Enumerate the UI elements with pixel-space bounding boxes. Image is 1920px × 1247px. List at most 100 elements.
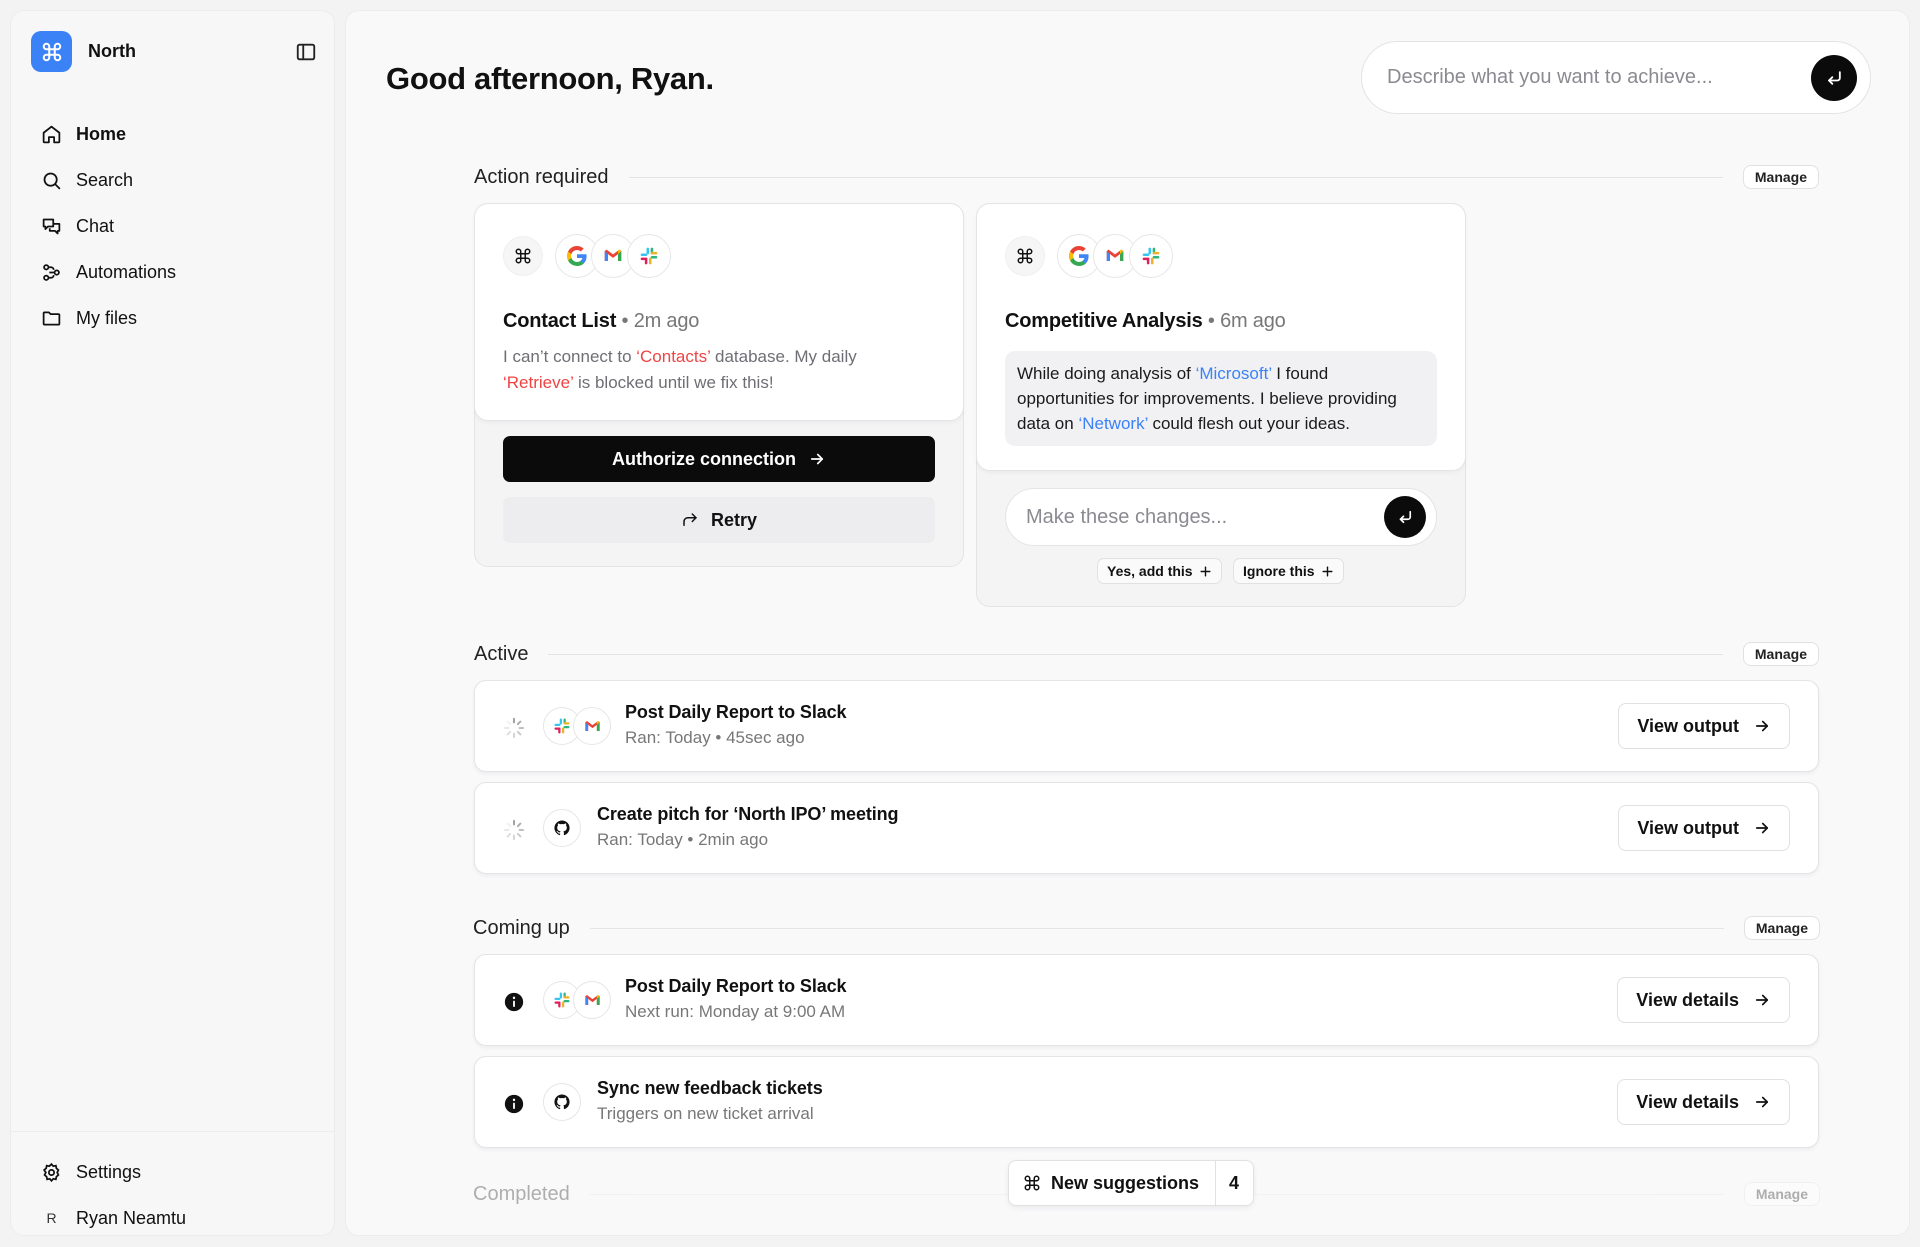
section-divider xyxy=(548,653,1723,655)
chip-label: Ignore this xyxy=(1243,563,1315,579)
sidebar-item-automations[interactable]: Automations xyxy=(31,249,321,295)
card-time: 2m ago xyxy=(633,310,700,332)
view-details-button[interactable]: View details xyxy=(1617,1079,1790,1125)
row-text: Post Daily Report to Slack Next run: Mon… xyxy=(625,976,847,1022)
sidebar: North Home Search Chat Automations My fi… xyxy=(10,10,335,1236)
section-coming-up: Coming up Manage xyxy=(473,913,1820,943)
enter-icon xyxy=(1828,70,1841,85)
msg-text: While doing analysis of xyxy=(1017,364,1196,383)
row-icons xyxy=(543,707,611,745)
suggestions-count-badge: 4 xyxy=(1215,1161,1253,1205)
row-subtitle: Ran: Today • 45sec ago xyxy=(625,728,805,747)
coming-up-row[interactable]: Sync new feedback tickets Triggers on ne… xyxy=(474,1056,1819,1148)
avatar: R xyxy=(46,1210,57,1226)
agent-message: While doing analysis of ‘Microsoft’ I fo… xyxy=(1005,351,1437,446)
user-profile[interactable]: R Ryan Neamtu xyxy=(31,1195,321,1241)
ignore-this-button[interactable]: Ignore this xyxy=(1233,558,1344,584)
reply-input[interactable] xyxy=(1026,505,1384,529)
slack-icon xyxy=(627,234,671,278)
github-icon xyxy=(543,1083,581,1121)
sidebar-item-label: Home xyxy=(76,123,127,144)
chip-label: Yes, add this xyxy=(1107,563,1193,579)
command-icon xyxy=(31,31,72,72)
manage-button[interactable]: Manage xyxy=(1742,642,1819,666)
retry-button[interactable]: Retry xyxy=(503,497,935,543)
suggestions-label-wrap: New suggestions xyxy=(1009,1161,1215,1205)
authorize-label: Authorize connection xyxy=(612,448,796,469)
sidebar-item-settings[interactable]: Settings xyxy=(31,1149,321,1195)
section-divider xyxy=(628,176,1723,178)
automations-icon xyxy=(43,263,60,281)
enter-icon xyxy=(1399,510,1412,524)
coming-up-row[interactable]: Post Daily Report to Slack Next run: Mon… xyxy=(474,954,1819,1046)
sidebar-bottom: Settings R Ryan Neamtu xyxy=(31,1149,321,1241)
info-icon xyxy=(503,1093,525,1115)
user-name: Ryan Neamtu xyxy=(76,1207,187,1228)
row-button-label: View output xyxy=(1637,817,1739,838)
sidebar-toggle-icon[interactable] xyxy=(295,41,317,63)
row-button-label: View details xyxy=(1636,1091,1739,1112)
desc-text: is blocked until we fix this! xyxy=(573,373,774,392)
brand[interactable]: North xyxy=(31,31,136,72)
row-icons xyxy=(543,981,611,1019)
view-details-button[interactable]: View details xyxy=(1617,977,1790,1023)
spinner-icon xyxy=(503,717,525,739)
sidebar-item-home[interactable]: Home xyxy=(31,111,321,157)
chat-icon xyxy=(42,218,61,234)
submit-button[interactable] xyxy=(1811,54,1857,101)
gmail-icon xyxy=(573,707,611,745)
card-time: 6m ago xyxy=(1220,310,1286,332)
sidebar-item-label: My files xyxy=(76,307,138,328)
plus-icon xyxy=(1322,565,1333,577)
sidebar-item-my-files[interactable]: My files xyxy=(31,295,321,341)
sidebar-item-label: Search xyxy=(76,169,134,190)
card-icons xyxy=(503,234,671,278)
arrow-right-icon xyxy=(1755,994,1769,1006)
sidebar-divider xyxy=(11,1131,334,1132)
prompt-box xyxy=(1361,41,1871,114)
view-output-button[interactable]: View output xyxy=(1618,805,1790,851)
home-icon xyxy=(42,125,61,143)
card-header: Competitive Analysis • 6m ago While doin… xyxy=(976,203,1466,471)
settings-label: Settings xyxy=(76,1161,142,1182)
view-output-button[interactable]: View output xyxy=(1618,703,1790,749)
row-subtitle: Ran: Today • 2min ago xyxy=(597,830,769,849)
row-subtitle: Next run: Monday at 9:00 AM xyxy=(625,1002,846,1021)
row-text: Sync new feedback tickets Triggers on ne… xyxy=(597,1078,823,1124)
new-suggestions-button[interactable]: New suggestions 4 xyxy=(1008,1160,1255,1206)
page-title: Good afternoon, Ryan. xyxy=(386,61,714,96)
authorize-connection-button[interactable]: Authorize connection xyxy=(503,436,935,482)
active-row[interactable]: Post Daily Report to Slack Ran: Today • … xyxy=(474,680,1819,772)
command-icon xyxy=(1024,1175,1040,1191)
action-card-contact-list: Contact List • 2m ago I can’t connect to… xyxy=(474,203,964,567)
manage-button[interactable]: Manage xyxy=(1743,1182,1820,1206)
search-icon xyxy=(43,172,61,189)
row-title: Post Daily Report to Slack xyxy=(625,976,847,996)
retry-icon xyxy=(683,513,697,526)
sidebar-item-chat[interactable]: Chat xyxy=(31,203,321,249)
manage-button[interactable]: Manage xyxy=(1742,165,1819,189)
row-text: Create pitch for ‘North IPO’ meeting Ran… xyxy=(597,804,899,850)
row-icons xyxy=(543,809,581,847)
section-title: Active xyxy=(474,642,529,665)
sidebar-item-search[interactable]: Search xyxy=(31,157,321,203)
section-title: Coming up xyxy=(473,916,570,939)
slack-icon xyxy=(1129,234,1173,278)
prompt-input[interactable] xyxy=(1387,66,1811,89)
section-title: Action required xyxy=(474,165,609,188)
suggestions-label: New suggestions xyxy=(1051,1172,1200,1193)
card-title: Competitive Analysis • 6m ago xyxy=(1005,310,1286,332)
info-icon xyxy=(503,991,525,1013)
card-title-text: Contact List xyxy=(503,310,617,332)
row-title: Create pitch for ‘North IPO’ meeting xyxy=(597,804,899,824)
gear-icon xyxy=(42,1162,60,1182)
reply-submit-button[interactable] xyxy=(1384,496,1426,538)
yes-add-this-button[interactable]: Yes, add this xyxy=(1097,558,1222,584)
active-row[interactable]: Create pitch for ‘North IPO’ meeting Ran… xyxy=(474,782,1819,874)
gmail-icon xyxy=(573,981,611,1019)
spinner-icon xyxy=(503,819,525,841)
desc-highlight: ‘Retrieve’ xyxy=(503,373,574,392)
action-card-competitive-analysis: Competitive Analysis • 6m ago While doin… xyxy=(976,203,1466,607)
desc-text: database. My daily xyxy=(710,347,857,366)
manage-button[interactable]: Manage xyxy=(1743,916,1820,940)
